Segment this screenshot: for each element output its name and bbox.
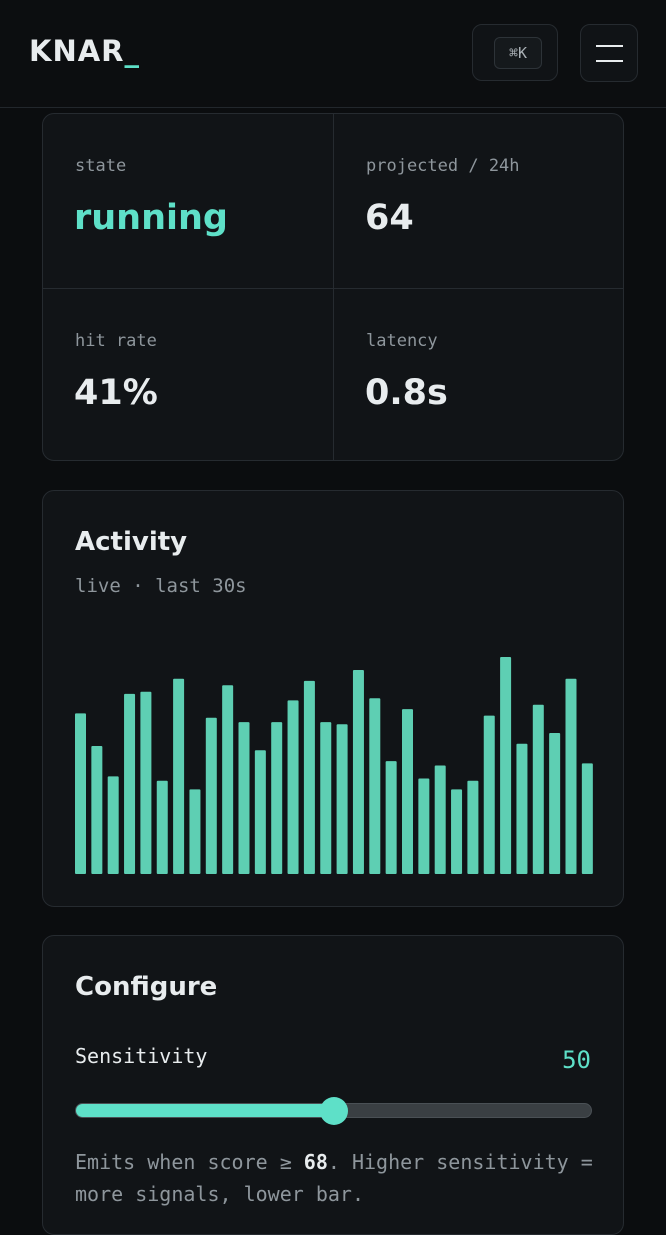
activity-bar <box>434 765 446 874</box>
activity-bar <box>140 691 152 874</box>
top-bar: KNAR_ ⌘K <box>0 0 666 108</box>
stat-label: hit rate <box>75 331 157 351</box>
stat-state: state running <box>43 114 333 288</box>
activity-bar <box>173 678 185 874</box>
helper-prefix: Emits when score ≥ <box>75 1150 304 1174</box>
stat-label: latency <box>366 331 438 351</box>
activity-bar <box>581 763 593 874</box>
activity-bar <box>500 657 512 874</box>
stat-label: projected / 24h <box>366 156 520 176</box>
activity-bar <box>418 778 430 874</box>
activity-card: Activity live · last 30s <box>42 490 624 907</box>
command-shortcut-kbd: ⌘K <box>494 37 542 69</box>
sensitivity-helper-text: Emits when score ≥ 68. Higher sensitivit… <box>75 1146 605 1210</box>
slider-thumb[interactable] <box>319 1097 348 1125</box>
command-palette-button[interactable]: ⌘K <box>472 24 558 81</box>
logo-cursor: _ <box>124 34 141 68</box>
sensitivity-label: Sensitivity <box>75 1044 208 1068</box>
configure-title: Configure <box>75 972 218 1002</box>
logo-text: KNAR <box>29 34 125 68</box>
stat-latency: latency 0.8s <box>334 289 623 460</box>
activity-bar <box>532 704 544 874</box>
activity-bar <box>320 722 332 874</box>
stat-projected: projected / 24h 64 <box>334 114 623 288</box>
slider-fill <box>76 1104 334 1117</box>
activity-bar <box>238 722 250 874</box>
activity-bar <box>75 713 86 874</box>
activity-bar <box>565 678 577 874</box>
activity-bar <box>156 780 168 874</box>
activity-bar <box>124 693 136 874</box>
sensitivity-value: 50 <box>562 1046 591 1074</box>
activity-bar <box>467 780 479 874</box>
helper-threshold: 68 <box>303 1150 328 1174</box>
stat-value: 64 <box>365 198 414 238</box>
activity-bar <box>549 732 561 874</box>
activity-bar-chart <box>75 657 593 874</box>
sensitivity-slider[interactable] <box>75 1097 592 1125</box>
activity-bar <box>189 789 201 874</box>
activity-bar <box>91 745 103 874</box>
activity-bar <box>254 750 266 874</box>
activity-bar <box>107 776 119 874</box>
activity-bar <box>336 724 348 874</box>
activity-bar <box>451 789 463 874</box>
activity-bar <box>222 685 234 874</box>
activity-bar <box>402 709 413 874</box>
activity-bar <box>483 715 495 874</box>
activity-bar <box>369 698 381 874</box>
activity-bar <box>205 717 217 874</box>
stat-label: state <box>75 156 127 176</box>
divider <box>43 288 623 289</box>
activity-bar <box>385 761 397 874</box>
stat-value: 41% <box>74 373 158 413</box>
menu-button[interactable] <box>580 24 638 82</box>
configure-card: Configure Sensitivity 50 Emits when scor… <box>42 935 624 1235</box>
stat-value: 0.8s <box>365 373 448 413</box>
stat-hit-rate: hit rate 41% <box>43 289 333 460</box>
activity-bar <box>287 700 299 874</box>
activity-bar <box>352 670 364 874</box>
stats-card: state running projected / 24h 64 hit rat… <box>42 113 624 461</box>
activity-bar <box>271 722 283 874</box>
logo[interactable]: KNAR_ <box>29 34 140 68</box>
stat-value: running <box>74 198 228 238</box>
activity-bar <box>303 680 315 874</box>
activity-bar <box>516 743 528 874</box>
